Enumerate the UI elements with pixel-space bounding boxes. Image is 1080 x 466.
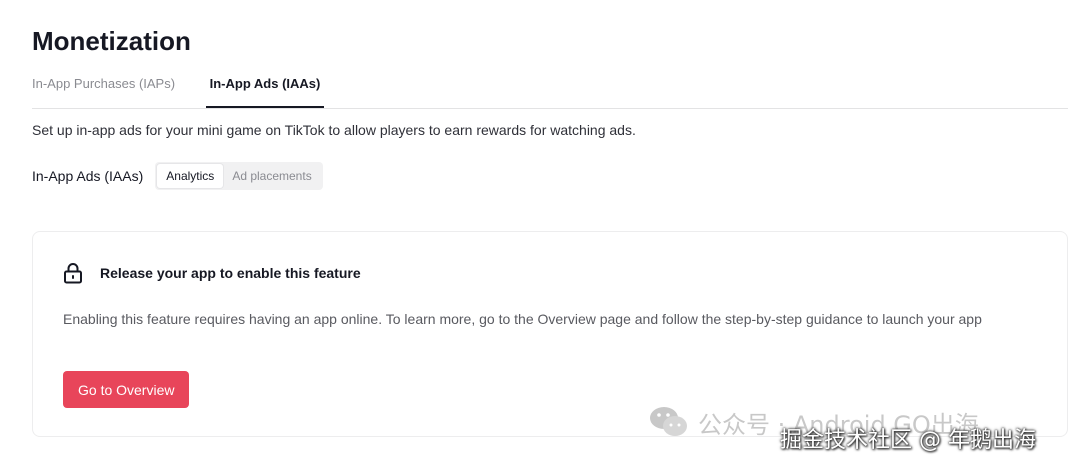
page-description: Set up in-app ads for your mini game on … bbox=[32, 122, 636, 138]
page-title: Monetization bbox=[32, 26, 191, 56]
tab-bar: In-App Purchases (IAPs) In-App Ads (IAAs… bbox=[32, 70, 1068, 109]
card-body-text: Enabling this feature requires having an… bbox=[63, 311, 982, 327]
feature-locked-card: Release your app to enable this feature … bbox=[32, 231, 1068, 437]
segmented-control: Analytics Ad placements bbox=[155, 162, 323, 190]
segment-analytics[interactable]: Analytics bbox=[157, 164, 224, 188]
tab-in-app-ads[interactable]: In-App Ads (IAAs) bbox=[206, 70, 324, 108]
segment-label: In-App Ads (IAAs) bbox=[32, 168, 144, 184]
go-to-overview-button[interactable]: Go to Overview bbox=[63, 371, 190, 408]
card-header: Release your app to enable this feature bbox=[63, 262, 361, 284]
tab-in-app-purchases[interactable]: In-App Purchases (IAPs) bbox=[32, 70, 177, 107]
lock-icon bbox=[64, 263, 82, 284]
segment-ad-placements[interactable]: Ad placements bbox=[223, 164, 320, 188]
iaa-view-switcher: In-App Ads (IAAs) Analytics Ad placement… bbox=[32, 160, 323, 192]
card-title: Release your app to enable this feature bbox=[100, 265, 361, 281]
